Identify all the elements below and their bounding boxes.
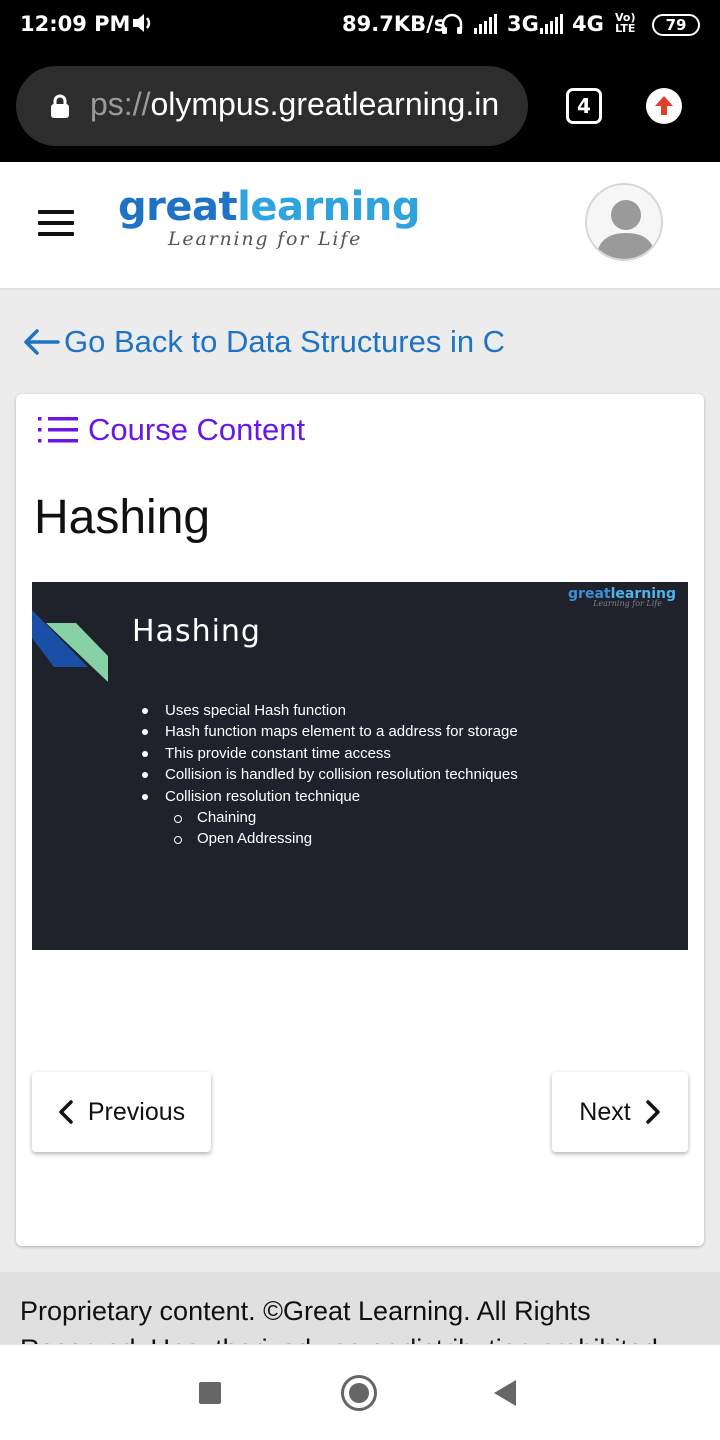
- browser-toolbar: ps://olympus.greatlearning.in 4: [0, 52, 720, 162]
- status-time: 12:09 PM: [20, 12, 131, 36]
- signal-icon: [540, 14, 563, 34]
- menu-icon[interactable]: [38, 210, 74, 236]
- url-prefix: ps://: [90, 86, 151, 122]
- network-speed: 89.7KB/s: [342, 12, 447, 36]
- battery-indicator: 79: [652, 14, 700, 36]
- signal-icon: [474, 14, 497, 34]
- slide-bullet-list: Uses special Hash function Hash function…: [138, 700, 518, 850]
- logo-tagline: Learning for Life: [168, 228, 363, 250]
- home-icon[interactable]: [341, 1375, 377, 1411]
- network-type-1: 3G: [507, 12, 539, 36]
- slide-sub-bullet: Open Addressing: [138, 828, 518, 849]
- network-type-2: 4G: [572, 12, 604, 36]
- lesson-slide: greatlearning Learning for Life Hashing …: [32, 582, 688, 950]
- footer: Proprietary content. ©Great Learning. Al…: [0, 1272, 720, 1344]
- volte-bottom: LTE: [615, 22, 636, 35]
- headset-icon: [441, 13, 463, 34]
- page-area: Go Back to Data Structures in C Course C…: [0, 292, 720, 1272]
- slide-bullet: Collision resolution technique: [138, 786, 518, 807]
- upload-button[interactable]: [646, 88, 682, 124]
- previous-label: Previous: [87, 1097, 186, 1126]
- course-content-label: Course Content: [88, 412, 306, 447]
- logo-great: great: [118, 184, 238, 230]
- chevron-left-icon: [59, 1100, 73, 1124]
- slide-bullet: This provide constant time access: [138, 743, 518, 764]
- greatlearning-logo[interactable]: greatlearning Learning for Life: [118, 184, 428, 254]
- page-title: Hashing: [34, 491, 211, 544]
- back-link-label: Go Back to Data Structures in C: [64, 324, 506, 359]
- arrow-left-icon: [24, 329, 60, 355]
- arrow-up-icon: [655, 96, 673, 115]
- slide-title: Hashing: [132, 614, 261, 649]
- course-content-button[interactable]: Course Content: [38, 412, 305, 448]
- slide-bullet: Collision is handled by collision resolu…: [138, 764, 518, 785]
- address-bar[interactable]: ps://olympus.greatlearning.in: [16, 66, 528, 146]
- system-navigation-bar: [0, 1344, 720, 1440]
- slide-sub-bullet: Chaining: [138, 807, 518, 828]
- next-button[interactable]: Next: [552, 1072, 688, 1152]
- slide-bullet: Hash function maps element to a address …: [138, 721, 518, 742]
- status-bar: 12:09 PM 89.7KB/s 3G 4G Vo) LTE 79: [0, 0, 720, 52]
- copyright-text: Proprietary content. ©Great Learning. Al…: [20, 1296, 665, 1344]
- previous-button[interactable]: Previous: [32, 1072, 211, 1152]
- avatar[interactable]: [585, 183, 663, 261]
- back-link[interactable]: Go Back to Data Structures in C: [22, 322, 505, 362]
- next-label: Next: [579, 1097, 631, 1126]
- slide-bullet: Uses special Hash function: [138, 700, 518, 721]
- lesson-card: Course Content Hashing greatlearning Lea…: [16, 394, 704, 1246]
- url-text: ps://olympus.greatlearning.in: [90, 86, 499, 123]
- back-icon[interactable]: [494, 1380, 516, 1406]
- logo-learning: learning: [237, 184, 420, 230]
- tab-switcher-button[interactable]: 4: [566, 88, 602, 124]
- volte-indicator: Vo) LTE: [615, 12, 636, 34]
- chevron-right-icon: [645, 1100, 660, 1124]
- site-header: greatlearning Learning for Life: [0, 162, 720, 290]
- volume-icon: [133, 14, 151, 32]
- slide-decoration: [32, 610, 108, 682]
- slide-logo: greatlearning Learning for Life: [568, 586, 676, 608]
- list-icon: [38, 417, 78, 443]
- url-host: olympus.greatlearning.in: [150, 86, 500, 122]
- lock-icon: [51, 94, 69, 118]
- recent-apps-icon[interactable]: [199, 1382, 221, 1404]
- user-icon: [596, 200, 656, 259]
